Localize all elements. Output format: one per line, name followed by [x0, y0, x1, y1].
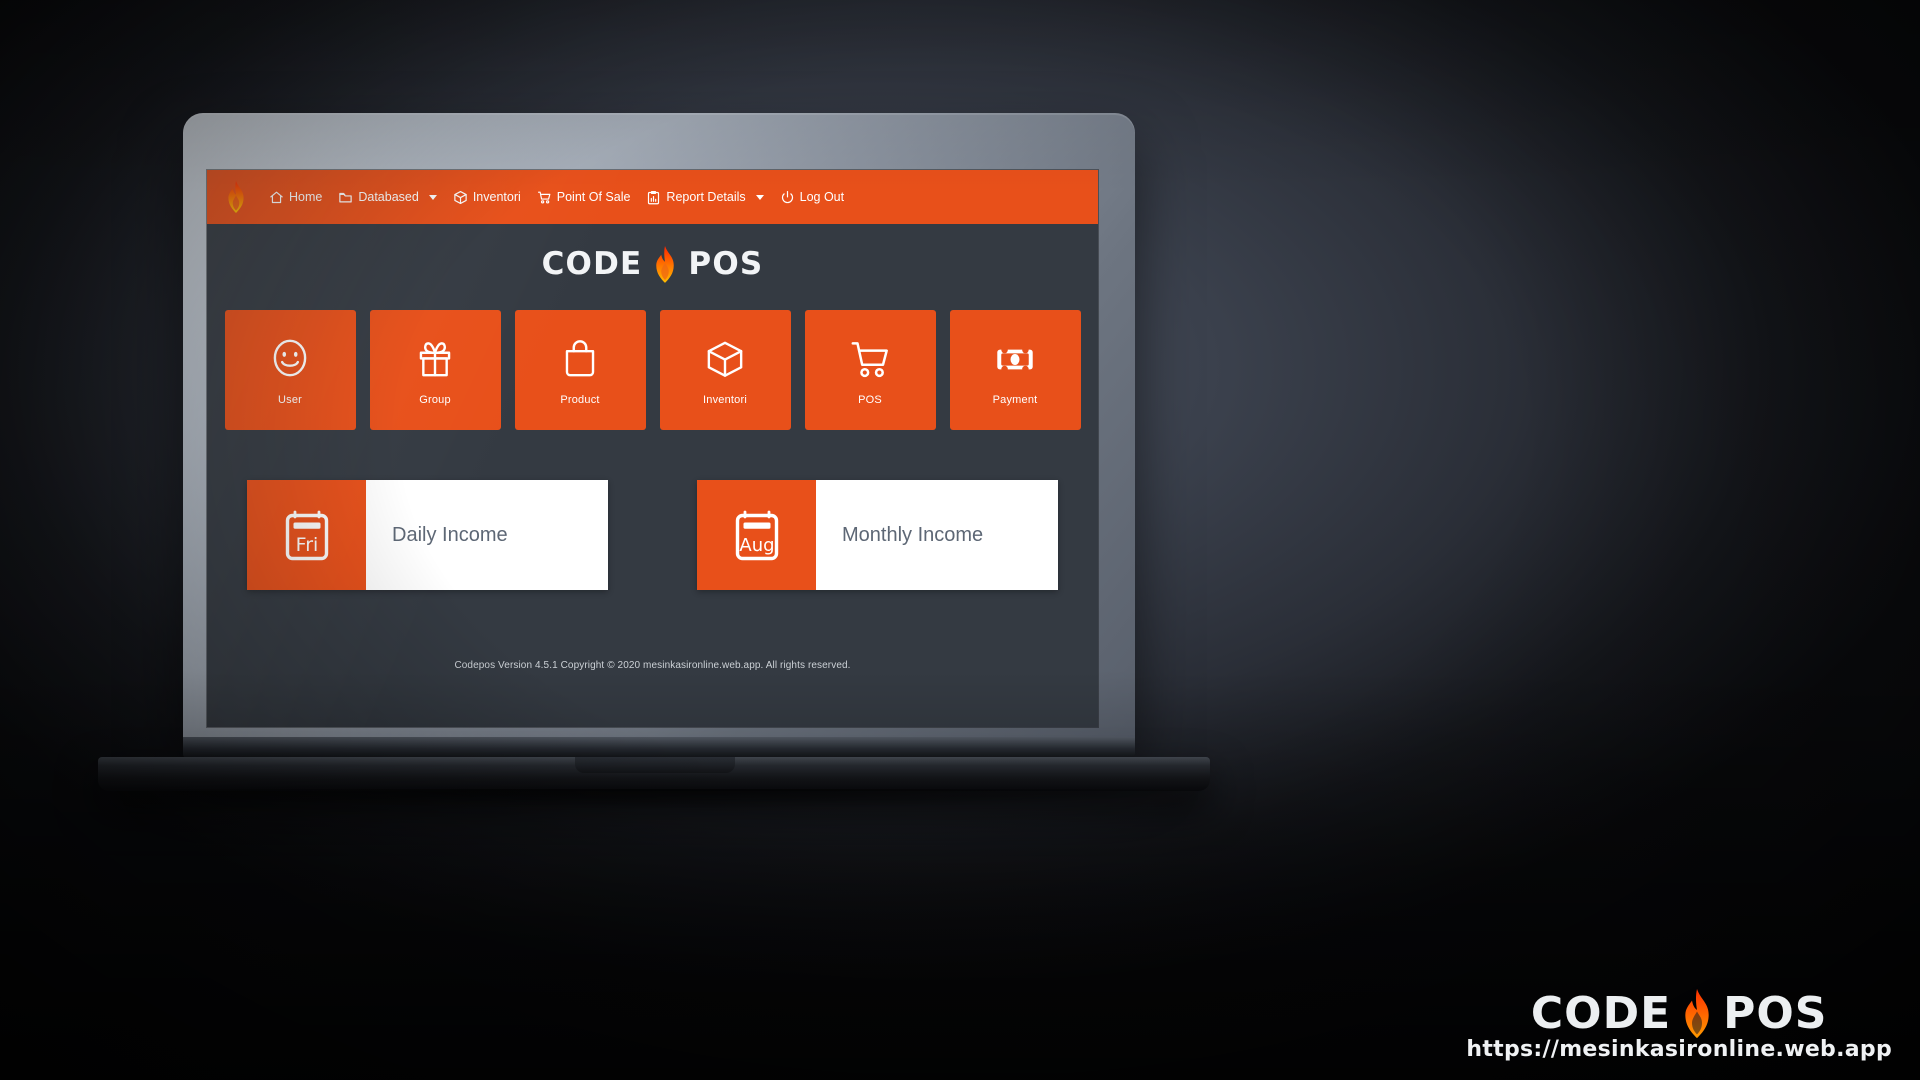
chevron-down-icon [428, 194, 437, 200]
nav-item-inventori[interactable]: Inventori [445, 184, 529, 211]
nav-item-databased[interactable]: Databased [330, 184, 444, 211]
nav-item-report-details[interactable]: Report Details [638, 184, 771, 211]
calendar-badge-text: Fri [295, 534, 318, 556]
laptop-screen: Home Databased Inventori Point Of Sale R… [207, 170, 1098, 727]
clipboard-chart-icon [646, 190, 661, 205]
nav-item-label: Home [289, 189, 323, 204]
calendar-badge-text: Aug [739, 535, 774, 556]
tile-group[interactable]: Group [369, 310, 501, 430]
nav-item-home[interactable]: Home [261, 184, 330, 211]
card-daily-income[interactable]: Fri Daily Income [247, 480, 608, 590]
watermark: CODE POS https://mesinkasironline.web.ap… [1466, 988, 1892, 1062]
laptop-lid-foot [183, 737, 1135, 759]
watermark-text-right: POS [1723, 988, 1828, 1039]
watermark-url: https://mesinkasironline.web.app [1466, 1037, 1892, 1062]
app-logo: CODE POS [541, 246, 764, 283]
tile-user[interactable]: User [224, 310, 356, 430]
tile-label: Product [560, 394, 600, 406]
power-icon [780, 190, 795, 205]
calendar-icon: Fri [247, 480, 366, 590]
nav-item-label: Log Out [799, 189, 845, 204]
watermark-logo: CODE POS [1531, 988, 1828, 1039]
tile-label: Payment [992, 394, 1038, 406]
laptop-drop-shadow [110, 789, 1200, 809]
folder-icon [338, 190, 353, 205]
laptop-base-notch [575, 757, 735, 773]
nav-item-label: Databased [358, 189, 419, 204]
tile-label: POS [858, 394, 882, 406]
cube-3d-icon [700, 334, 750, 384]
navbar: Home Databased Inventori Point Of Sale R… [207, 170, 1098, 224]
navbar-flame-icon [223, 180, 249, 213]
laptop-mockup: Home Databased Inventori Point Of Sale R… [0, 0, 1920, 1080]
nav-item-label: Inventori [472, 189, 521, 204]
logo-text-right: POS [688, 246, 764, 282]
gift-box-icon [410, 334, 460, 384]
logo-text-left: CODE [541, 246, 643, 282]
codepos-app: Home Databased Inventori Point Of Sale R… [207, 170, 1098, 727]
tile-label: Group [419, 394, 451, 406]
scene: Home Databased Inventori Point Of Sale R… [0, 0, 1920, 1080]
quick-action-tiles: User Group Product Inventori POS Payment [224, 310, 1081, 430]
tile-product[interactable]: Product [514, 310, 646, 430]
dashboard-content: CODE POS User Group Product Inventori PO… [207, 224, 1098, 727]
tile-label: User [277, 394, 303, 406]
app-footer: Codepos Version 4.5.1 Copyright © 2020 m… [454, 660, 851, 671]
tile-label: Inventori [703, 394, 747, 406]
nav-item-point-of-sale[interactable]: Point Of Sale [529, 184, 639, 211]
shopping-cart-icon [537, 190, 552, 205]
cube-icon [453, 190, 468, 205]
watermark-text-left: CODE [1530, 988, 1672, 1039]
income-cards: Fri Daily Income Aug Monthly Income [247, 480, 1058, 590]
watermark-flame-icon [1677, 988, 1717, 1039]
shopping-bag-icon [555, 334, 605, 384]
smiley-face-icon [265, 334, 315, 384]
card-monthly-income[interactable]: Aug Monthly Income [697, 480, 1058, 590]
home-icon [269, 190, 284, 205]
shopping-cart-icon [845, 334, 895, 384]
calendar-icon: Aug [697, 480, 816, 590]
tile-inventori[interactable]: Inventori [659, 310, 791, 430]
nav-item-label: Report Details [666, 189, 746, 204]
nav-item-label: Point Of Sale [556, 189, 631, 204]
tile-pos[interactable]: POS [804, 310, 936, 430]
chevron-down-icon [755, 194, 764, 200]
nav-item-log-out[interactable]: Log Out [772, 184, 852, 211]
card-title: Daily Income [392, 523, 508, 546]
banknote-icon [990, 334, 1040, 384]
logo-flame-icon [650, 246, 680, 283]
card-title: Monthly Income [842, 523, 984, 546]
tile-payment[interactable]: Payment [949, 310, 1081, 430]
